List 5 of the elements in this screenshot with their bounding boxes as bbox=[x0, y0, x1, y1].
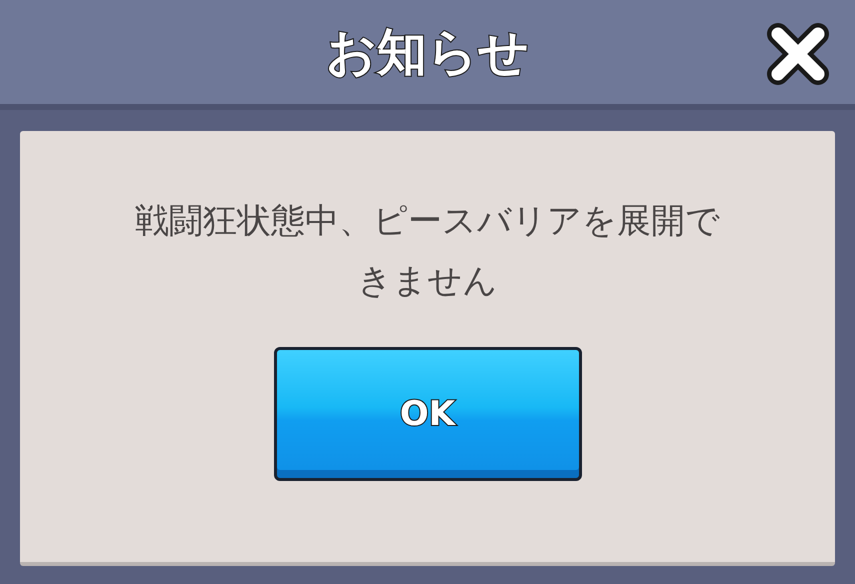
close-icon bbox=[766, 22, 830, 86]
ok-button[interactable]: OK bbox=[274, 347, 582, 481]
message-text: 戦闘狂状態中、ピースバリアを展開できません bbox=[134, 200, 721, 303]
dialog-title: お知らせ bbox=[326, 22, 529, 82]
close-button[interactable] bbox=[766, 22, 830, 86]
